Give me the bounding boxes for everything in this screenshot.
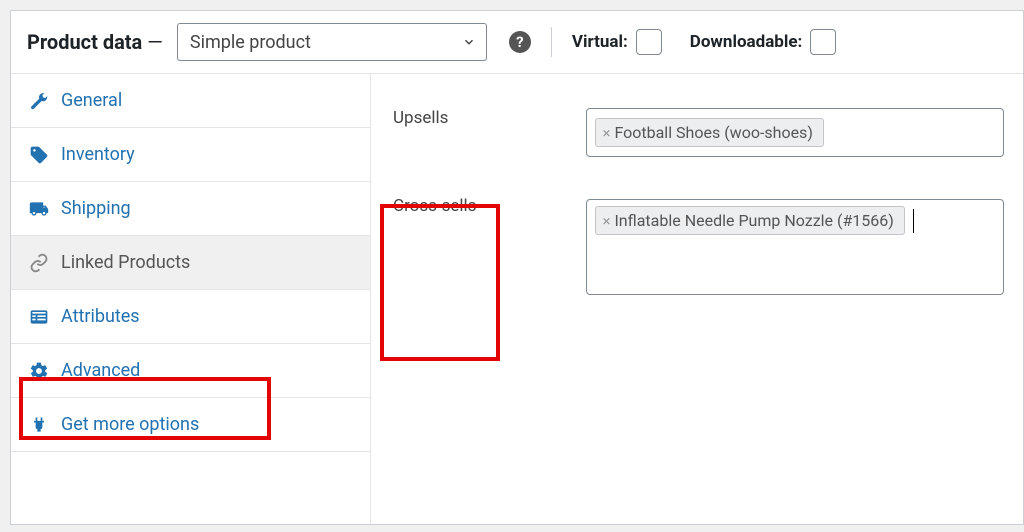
title-dash: — [147, 30, 163, 54]
product-type-select[interactable]: Simple product [177, 23, 487, 61]
tab-inventory[interactable]: Inventory [11, 128, 370, 182]
registration-icon [29, 307, 49, 327]
tab-general[interactable]: General [11, 74, 370, 128]
cross-sells-tag: × Inflatable Needle Pump Nozzle (#1566) [595, 206, 904, 235]
tab-label: Attributes [61, 306, 140, 327]
product-type-value: Simple product [190, 32, 311, 53]
upsells-input[interactable]: × Football Shoes (woo-shoes) [586, 108, 1004, 157]
tab-label: Get more options [61, 414, 199, 435]
remove-tag-icon[interactable]: × [602, 124, 610, 142]
labels-column: Upsells Cross-sells [393, 108, 476, 524]
wrench-icon [29, 91, 49, 111]
tab-label: General [61, 90, 122, 111]
gear-icon [29, 361, 49, 381]
tag-text: Football Shoes (woo-shoes) [614, 123, 812, 142]
downloadable-checkbox[interactable] [810, 29, 836, 55]
inputs-column: × Football Shoes (woo-shoes) × Inflatabl… [586, 108, 1023, 524]
truck-icon [29, 199, 49, 219]
tab-label: Linked Products [61, 252, 190, 273]
linked-products-content: Upsells Cross-sells × Football Shoes (wo… [371, 74, 1023, 524]
panel-body: General Inventory Shipping Linked Produc… [11, 74, 1023, 524]
virtual-checkbox[interactable] [636, 29, 662, 55]
panel-header: Product data — Simple product ? Virtual:… [11, 11, 1023, 74]
link-icon [29, 253, 49, 273]
product-data-panel: Product data — Simple product ? Virtual:… [10, 10, 1024, 525]
remove-tag-icon[interactable]: × [602, 212, 610, 230]
tab-get-more[interactable]: Get more options [11, 398, 370, 452]
tag-text: Inflatable Needle Pump Nozzle (#1566) [614, 211, 893, 230]
plug-icon [29, 415, 49, 435]
virtual-label: Virtual: [572, 32, 628, 52]
panel-title: Product data — [27, 30, 163, 54]
tab-shipping[interactable]: Shipping [11, 182, 370, 236]
upsells-tag: × Football Shoes (woo-shoes) [595, 118, 823, 147]
tab-attributes[interactable]: Attributes [11, 290, 370, 344]
tab-label: Shipping [61, 198, 131, 219]
virtual-group: Virtual: [572, 29, 662, 55]
panel-title-text: Product data [27, 30, 142, 54]
tab-label: Inventory [61, 144, 135, 165]
upsells-label: Upsells [393, 108, 476, 164]
header-divider [551, 27, 552, 57]
cross-sells-label: Cross-sells [393, 196, 476, 252]
chevron-down-icon [462, 35, 476, 49]
side-tabs: General Inventory Shipping Linked Produc… [11, 74, 371, 524]
tab-label: Advanced [61, 360, 140, 381]
help-icon[interactable]: ? [509, 31, 531, 53]
tab-linked-products[interactable]: Linked Products [11, 236, 370, 290]
downloadable-group: Downloadable: [690, 29, 837, 55]
text-cursor [913, 209, 914, 233]
downloadable-label: Downloadable: [690, 32, 803, 52]
tag-icon [29, 145, 49, 165]
tab-advanced[interactable]: Advanced [11, 344, 370, 398]
cross-sells-input[interactable]: × Inflatable Needle Pump Nozzle (#1566) [586, 199, 1004, 295]
